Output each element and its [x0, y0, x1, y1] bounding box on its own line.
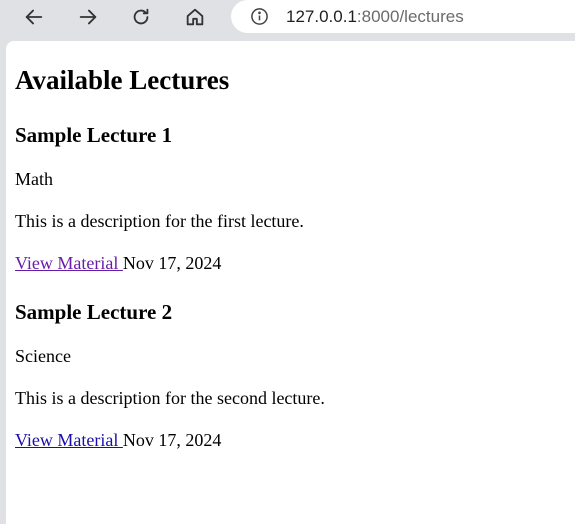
lecture-meta: View Material Nov 17, 2024 [15, 253, 221, 274]
forward-button[interactable] [73, 2, 103, 32]
back-arrow-icon [25, 9, 43, 25]
page-title: Available Lectures [15, 65, 230, 95]
view-material-link[interactable]: View Material [15, 430, 123, 450]
lecture-meta: View Material Nov 17, 2024 [15, 430, 221, 451]
lecture-date: Nov 17, 2024 [122, 253, 222, 273]
lecture-description: This is a description for the first lect… [15, 211, 304, 231]
info-icon[interactable] [250, 7, 269, 26]
lecture-date: Nov 17, 2024 [122, 430, 222, 450]
lecture-description: This is a description for the second lec… [15, 388, 325, 408]
address-bar[interactable]: 127.0.0.1:8000/lectures [231, 0, 575, 33]
reload-icon [133, 8, 149, 25]
url-text: 127.0.0.1:8000/lectures [286, 7, 464, 27]
url-path: :8000/lectures [356, 6, 464, 26]
home-button[interactable] [180, 2, 210, 32]
page-viewport: Available Lectures Sample Lecture 1 Math… [6, 41, 575, 524]
lecture-subject: Science [15, 346, 71, 366]
view-material-link[interactable]: View Material [15, 253, 123, 273]
lecture-title: Sample Lecture 2 [15, 300, 173, 324]
back-button[interactable] [19, 2, 49, 32]
lecture-title: Sample Lecture 1 [15, 123, 173, 147]
reload-button[interactable] [126, 2, 156, 32]
home-icon [186, 8, 204, 26]
browser-toolbar: 127.0.0.1:8000/lectures [0, 0, 575, 41]
forward-arrow-icon [79, 9, 97, 25]
url-host: 127.0.0.1 [286, 6, 357, 26]
lecture-subject: Math [15, 169, 53, 189]
